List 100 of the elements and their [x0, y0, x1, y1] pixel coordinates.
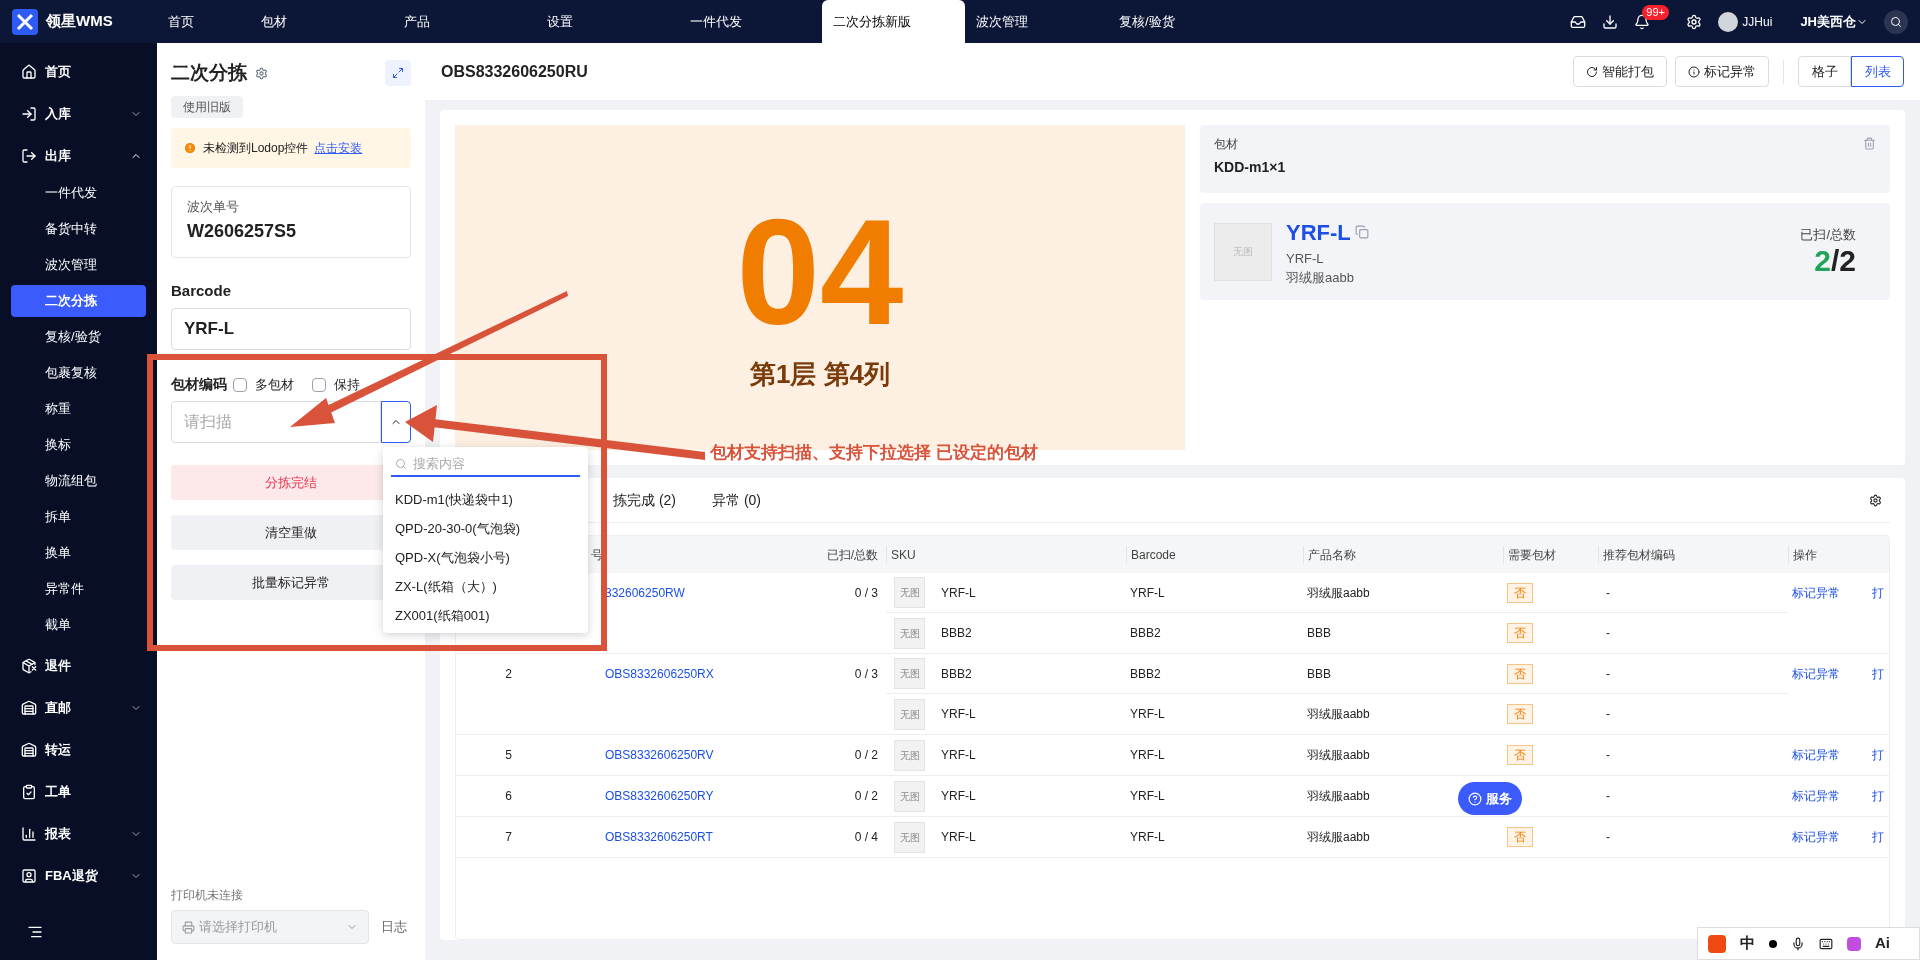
sidebar-subitem[interactable]: 换单 — [11, 537, 146, 569]
sku-text: BBB2 — [941, 665, 972, 683]
dropdown-option[interactable]: ZX001(纸箱001) — [391, 601, 580, 630]
sidebar-subitem[interactable]: 包裹复核 — [11, 357, 146, 389]
sidebar-subitem[interactable]: 称重 — [11, 393, 146, 425]
sidebar-subitem[interactable]: 一件代发 — [11, 177, 146, 209]
print-link[interactable]: 打 — [1872, 787, 1884, 805]
row-number: 2 — [505, 666, 512, 683]
printer-status: 打印机未连接 — [171, 887, 244, 904]
ime-mode[interactable]: 中 — [1740, 932, 1755, 955]
checkbox[interactable] — [233, 377, 247, 392]
settings-icon[interactable] — [1686, 13, 1703, 30]
sidebar-item[interactable]: 首页 — [45, 62, 71, 82]
order-title: OBS8332606250RU — [441, 61, 589, 82]
sidebar-subitem[interactable]: 换标 — [11, 429, 146, 461]
service-button[interactable]: 服务 — [1458, 782, 1522, 815]
printer-icon — [182, 920, 195, 934]
sidebar-subitem[interactable]: 拆单 — [11, 501, 146, 533]
barcode-text: YRF-L — [1130, 584, 1165, 602]
sku-image: 无图 — [894, 698, 925, 730]
product-name-cell-text: BBB — [1307, 665, 1331, 683]
sidebar-item[interactable]: 入库 — [45, 104, 71, 124]
nav-tab[interactable]: 首页 — [157, 0, 250, 43]
product-barcode: YRF-L — [1286, 249, 1325, 268]
sidebar-item[interactable]: 直邮 — [45, 698, 71, 718]
mark-exception-link[interactable]: 标记异常 — [1792, 787, 1840, 805]
table-tab[interactable]: 拣完成 (2) — [613, 489, 676, 511]
view-toggle[interactable]: 格子 — [1798, 56, 1851, 87]
warehouse-selector[interactable]: JH美西仓 — [1800, 11, 1856, 32]
package-icon — [21, 658, 37, 674]
sidebar-item[interactable]: FBA退货 — [45, 866, 98, 886]
nav-tab[interactable]: 一件代发 — [679, 0, 822, 43]
collapse-icon[interactable] — [27, 924, 43, 940]
avatar-icon — [1718, 11, 1739, 32]
nav-tab[interactable]: 包材 — [250, 0, 393, 43]
product-name-cell-text: 羽绒服aabb — [1307, 706, 1370, 723]
scan-count: 0 / 2 — [854, 747, 878, 764]
checkbox-label[interactable]: 保持 — [334, 374, 360, 395]
toolbar-button[interactable]: 智能打包 — [1573, 56, 1667, 87]
settings-icon[interactable] — [1869, 493, 1882, 507]
barcode-text: YRF-L — [1130, 706, 1165, 723]
expand-button[interactable] — [385, 60, 411, 87]
sidebar-item[interactable]: 报表 — [45, 824, 71, 844]
packaging-tag: 否 — [1507, 663, 1533, 684]
sidebar-item[interactable]: 转运 — [45, 740, 71, 760]
sidebar-item[interactable]: 退件 — [45, 656, 71, 676]
checkbox-label[interactable]: 多包材 — [255, 374, 294, 395]
sidebar-subitem[interactable]: 波次管理 — [11, 249, 146, 281]
column-header: 推荐包材编码 — [1598, 545, 1788, 564]
ai-button[interactable]: Ai — [1875, 932, 1890, 955]
order-link[interactable]: OBS8332606250RX — [605, 665, 714, 683]
expand-icon — [392, 67, 404, 80]
print-link[interactable]: 打 — [1872, 584, 1884, 602]
mark-exception-link[interactable]: 标记异常 — [1792, 828, 1840, 846]
sidebar-subitem[interactable]: 异常件 — [11, 573, 146, 605]
product-name-cell-text: 羽绒服aabb — [1307, 584, 1370, 602]
scan-count: 0 / 3 — [854, 666, 878, 683]
sidebar-item[interactable]: 工单 — [45, 782, 71, 802]
inbox-icon[interactable] — [1570, 13, 1587, 30]
order-link[interactable]: 332606250RW — [605, 584, 685, 602]
sidebar-item[interactable]: 出库 — [45, 146, 71, 166]
order-link[interactable]: OBS8332606250RV — [605, 746, 714, 764]
print-link[interactable]: 打 — [1872, 828, 1884, 846]
panel-title: 二次分拣 — [171, 61, 247, 85]
sidebar-subitem[interactable]: 二次分拣 — [11, 285, 146, 317]
order-link[interactable]: OBS8332606250RT — [605, 828, 713, 846]
barcode-text: BBB2 — [1130, 665, 1161, 683]
nav-tab[interactable]: 复核/验货 — [1108, 0, 1251, 43]
user-name[interactable]: JJHui — [1742, 12, 1773, 31]
nav-tab[interactable]: 产品 — [393, 0, 536, 43]
nav-tab[interactable]: 波次管理 — [965, 0, 1108, 43]
sidebar-subitem[interactable]: 备货中转 — [11, 213, 146, 245]
table-tab[interactable]: 异常 (0) — [712, 489, 761, 511]
print-link[interactable]: 打 — [1872, 746, 1884, 764]
install-link[interactable]: 点击安装 — [314, 138, 363, 157]
view-toggle[interactable]: 列表 — [1851, 56, 1904, 87]
print-link[interactable]: 打 — [1872, 665, 1884, 683]
mark-exception-link[interactable]: 标记异常 — [1792, 665, 1840, 683]
log-link[interactable]: 日志 — [381, 917, 407, 937]
search-icon[interactable] — [1884, 9, 1908, 34]
microphone-icon[interactable] — [1791, 936, 1805, 951]
nav-tab[interactable]: 设置 — [536, 0, 679, 43]
old-version-button[interactable]: 使用旧版 — [171, 95, 243, 118]
barcode-field[interactable]: YRF-L — [171, 308, 411, 350]
checkbox[interactable] — [312, 377, 326, 392]
sku-image: 无图 — [894, 658, 925, 689]
sidebar-subitem[interactable]: 截单 — [11, 609, 146, 641]
packaging-tag: 否 — [1507, 623, 1533, 643]
download-icon[interactable] — [1602, 13, 1619, 30]
nav-tab[interactable]: 二次分拣新版 — [822, 0, 965, 43]
toolbar-button[interactable]: 标记异常 — [1675, 56, 1769, 87]
mark-exception-link[interactable]: 标记异常 — [1792, 746, 1840, 764]
sidebar-subitem[interactable]: 物流组包 — [11, 465, 146, 497]
sidebar-subitem[interactable]: 复核/验货 — [11, 321, 146, 353]
order-link[interactable]: OBS8332606250RY — [605, 787, 714, 805]
mark-exception-link[interactable]: 标记异常 — [1792, 584, 1840, 602]
ime-logo-icon[interactable] — [1708, 934, 1726, 953]
keyboard-icon[interactable] — [1819, 936, 1833, 951]
row-number: 5 — [505, 747, 512, 764]
row-number: 7 — [505, 829, 512, 846]
